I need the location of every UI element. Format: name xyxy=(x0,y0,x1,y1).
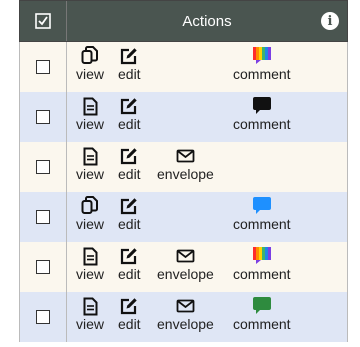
select-all-cell xyxy=(20,1,67,41)
comment-action[interactable]: comment xyxy=(233,195,291,232)
envelope-label: envelope xyxy=(157,166,214,182)
edit-label: edit xyxy=(118,316,141,332)
copy-icon xyxy=(81,45,99,67)
edit-label: edit xyxy=(118,266,141,282)
edit-icon xyxy=(120,245,138,267)
actions-header-title: Actions xyxy=(182,12,232,30)
view-action[interactable]: view xyxy=(76,95,104,132)
row-select-cell xyxy=(20,242,67,292)
view-action[interactable]: view xyxy=(76,45,104,82)
document-icon xyxy=(83,145,98,167)
row-checkbox[interactable] xyxy=(36,60,50,74)
row-select-cell xyxy=(20,142,67,192)
row-select-cell xyxy=(20,42,67,92)
edit-icon xyxy=(120,295,138,317)
envelope-label: envelope xyxy=(157,316,214,332)
edit-action[interactable]: edit xyxy=(118,245,141,282)
comment-action[interactable]: comment xyxy=(233,295,291,332)
view-label: view xyxy=(76,166,105,182)
document-icon xyxy=(83,95,98,117)
comment-action[interactable]: comment xyxy=(233,95,291,132)
view-action[interactable]: view xyxy=(76,195,104,232)
envelope-action[interactable]: envelope xyxy=(157,245,214,282)
table-row: view edit comment xyxy=(19,42,348,92)
row-checkbox[interactable] xyxy=(36,260,50,274)
row-actions-cell: view edit comment xyxy=(67,192,347,242)
edit-action[interactable]: edit xyxy=(118,95,141,132)
table-row: view edit comment xyxy=(19,92,348,142)
edit-icon xyxy=(120,145,138,167)
comment-icon xyxy=(252,195,271,217)
comment-label: comment xyxy=(233,266,291,282)
comment-action[interactable]: comment xyxy=(233,245,291,282)
view-action[interactable]: view xyxy=(76,295,104,332)
edit-label: edit xyxy=(118,116,141,132)
view-label: view xyxy=(76,316,105,332)
table-body: view edit comment view edit comment view edit en… xyxy=(19,42,348,342)
comment-action[interactable]: comment xyxy=(233,45,291,82)
view-action[interactable]: view xyxy=(76,245,104,282)
comment-label: comment xyxy=(233,66,291,82)
comment-icon xyxy=(252,95,271,117)
edit-label: edit xyxy=(118,216,141,232)
table-row: view edit envelope xyxy=(19,142,348,192)
row-select-cell xyxy=(20,192,67,242)
view-label: view xyxy=(76,116,105,132)
edit-icon xyxy=(120,195,138,217)
edit-icon xyxy=(120,95,138,117)
comment-label: comment xyxy=(233,116,291,132)
edit-label: edit xyxy=(118,66,141,82)
actions-table: Actions i view edit comment view edit comment… xyxy=(19,0,348,342)
select-all-checkbox[interactable] xyxy=(35,13,51,29)
table-row: view edit envelope comment xyxy=(19,292,348,342)
actions-header-cell: Actions i xyxy=(67,1,347,41)
envelope-icon xyxy=(176,245,195,267)
row-checkbox[interactable] xyxy=(36,210,50,224)
envelope-icon xyxy=(176,295,195,317)
envelope-icon xyxy=(176,145,195,167)
comment-icon xyxy=(252,245,271,267)
row-actions-cell: view edit envelope comment xyxy=(67,242,347,292)
document-icon xyxy=(83,295,98,317)
row-select-cell xyxy=(20,292,67,342)
comment-label: comment xyxy=(233,216,291,232)
view-label: view xyxy=(76,216,105,232)
row-select-cell xyxy=(20,92,67,142)
table-row: view edit comment xyxy=(19,192,348,242)
comment-icon xyxy=(252,45,271,67)
edit-action[interactable]: edit xyxy=(118,295,141,332)
info-icon[interactable]: i xyxy=(321,12,339,30)
comment-label: comment xyxy=(233,316,291,332)
comment-icon xyxy=(252,295,271,317)
copy-icon xyxy=(81,195,99,217)
edit-label: edit xyxy=(118,166,141,182)
view-label: view xyxy=(76,266,105,282)
view-action[interactable]: view xyxy=(76,145,104,182)
edit-action[interactable]: edit xyxy=(118,145,141,182)
row-actions-cell: view edit comment xyxy=(67,42,347,92)
row-actions-cell: view edit envelope comment xyxy=(67,292,347,342)
row-actions-cell: view edit envelope xyxy=(67,142,347,192)
edit-action[interactable]: edit xyxy=(118,45,141,82)
envelope-action[interactable]: envelope xyxy=(157,145,214,182)
row-actions-cell: view edit comment xyxy=(67,92,347,142)
view-label: view xyxy=(76,66,105,82)
envelope-label: envelope xyxy=(157,266,214,282)
edit-action[interactable]: edit xyxy=(118,195,141,232)
envelope-action[interactable]: envelope xyxy=(157,295,214,332)
edit-icon xyxy=(120,45,138,67)
table-row: view edit envelope comment xyxy=(19,242,348,292)
row-checkbox[interactable] xyxy=(36,310,50,324)
row-checkbox[interactable] xyxy=(36,110,50,124)
document-icon xyxy=(83,245,98,267)
row-checkbox[interactable] xyxy=(36,160,50,174)
table-header: Actions i xyxy=(19,0,348,42)
